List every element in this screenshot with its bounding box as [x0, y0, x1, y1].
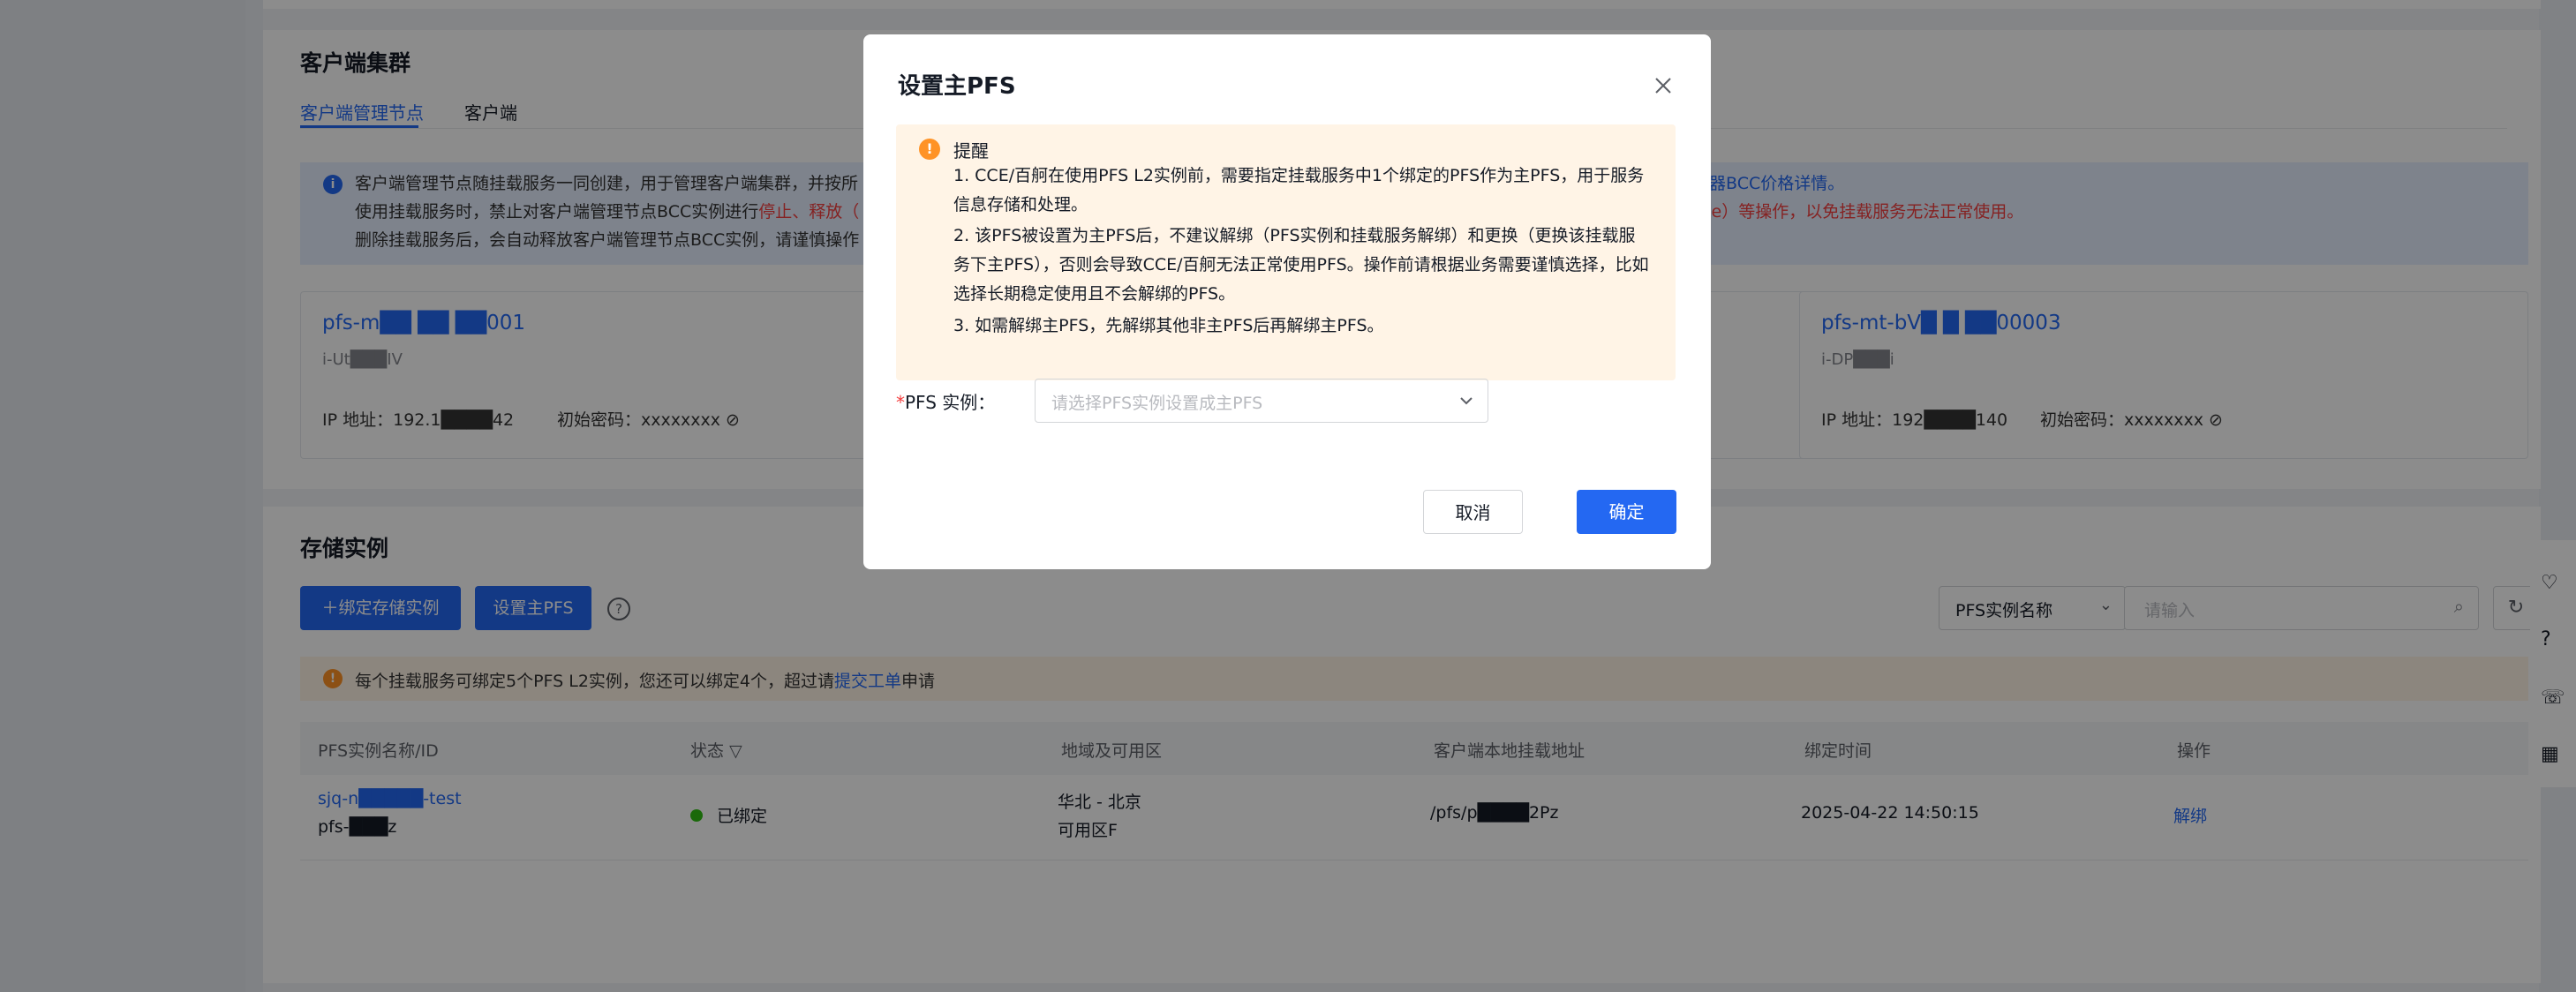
dialog-title: 设置主PFS	[898, 73, 1016, 100]
alert-item-2: 2. 该PFS被设置为主PFS后，不建议解绑（PFS实例和挂载服务解绑）和更换（…	[953, 226, 1649, 304]
warning-icon: !	[919, 139, 940, 160]
pfs-instance-label: *PFS 实例：	[896, 392, 996, 413]
select-placeholder: 请选择PFS实例设置成主PFS	[1051, 394, 1263, 413]
alert-title: 提醒	[953, 140, 989, 162]
chevron-down-icon	[1460, 397, 1473, 405]
alert-item-3: 3. 如需解绑主PFS，先解绑其他非主PFS后再解绑主PFS。	[953, 316, 1384, 335]
pfs-instance-select[interactable]: 请选择PFS实例设置成主PFS	[1035, 379, 1488, 423]
confirm-button[interactable]: 确定	[1577, 490, 1676, 534]
cancel-button[interactable]: 取消	[1423, 490, 1523, 534]
alert-item-1: 1. CCE/百舸在使用PFS L2实例前，需要指定挂载服务中1个绑定的PFS作…	[953, 166, 1645, 214]
set-main-pfs-dialog: 设置主PFS ! 提醒 1. CCE/百舸在使用PFS L2实例前，需要指定挂载…	[863, 34, 1711, 569]
reminder-alert: ! 提醒 1. CCE/百舸在使用PFS L2实例前，需要指定挂载服务中1个绑定…	[896, 124, 1676, 380]
close-icon[interactable]	[1649, 71, 1677, 100]
